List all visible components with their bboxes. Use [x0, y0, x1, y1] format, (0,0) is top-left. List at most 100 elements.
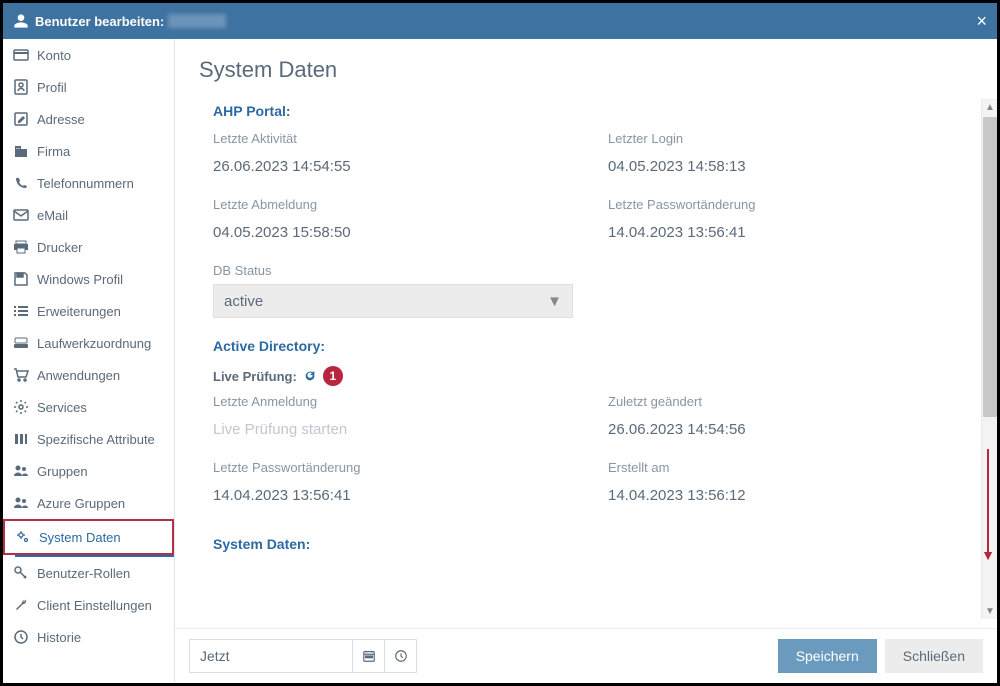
cart-icon	[13, 367, 29, 383]
key-icon	[13, 565, 29, 581]
sidebar-item-gruppen[interactable]: Gruppen	[3, 455, 174, 487]
section-sys-title: System Daten:	[213, 536, 973, 552]
scrollbar-thumb[interactable]	[983, 117, 997, 417]
label-letzte-abmeldung: Letzte Abmeldung	[213, 197, 578, 212]
sidebar-item-azure[interactable]: Azure Gruppen	[3, 487, 174, 519]
sidebar-item-drucker[interactable]: Drucker	[3, 231, 174, 263]
printer-icon	[13, 239, 29, 255]
sidebar-item-anwendungen[interactable]: Anwendungen	[3, 359, 174, 391]
select-dbstatus[interactable]: active ▼	[213, 284, 573, 318]
sidebar-item-systemdaten[interactable]: System Daten	[3, 519, 174, 555]
label-letzte-aktivitat: Letzte Aktivität	[213, 131, 578, 146]
mail-icon	[13, 207, 29, 223]
sidebar-label: Windows Profil	[37, 272, 123, 287]
close-button[interactable]: Schließen	[885, 639, 983, 673]
close-icon[interactable]: ×	[976, 11, 987, 32]
calendar-icon	[362, 649, 376, 663]
sidebar-label: Spezifische Attribute	[37, 432, 155, 447]
sidebar-item-windows[interactable]: Windows Profil	[3, 263, 174, 295]
sidebar-label: Konto	[37, 48, 71, 63]
refresh-icon[interactable]	[303, 369, 317, 383]
label-ahp-pwchange: Letzte Passwortänderung	[608, 197, 973, 212]
titlebar: Benutzer bearbeiten: ×	[3, 3, 997, 39]
sidebar-item-erweiterungen[interactable]: Erweiterungen	[3, 295, 174, 327]
save-icon	[13, 271, 29, 287]
save-button[interactable]: Speichern	[778, 639, 877, 673]
attribute-icon	[13, 431, 29, 447]
live-pruefung-label: Live Prüfung:	[213, 369, 297, 384]
dialog-title: Benutzer bearbeiten:	[35, 14, 164, 29]
scroll-up-icon[interactable]: ▲	[982, 99, 998, 115]
sidebar-label: Laufwerkzuordnung	[37, 336, 151, 351]
sidebar-label: Client Einstellungen	[37, 598, 152, 613]
footer: Speichern Schließen	[175, 628, 997, 683]
sidebar-item-adresse[interactable]: Adresse	[3, 103, 174, 135]
content-header: System Daten	[175, 39, 997, 93]
annotation-arrow: ▼	[981, 449, 995, 559]
sidebar-label: Azure Gruppen	[37, 496, 125, 511]
username-blurred	[168, 14, 226, 28]
label-erstellt-am: Erstellt am	[608, 460, 973, 475]
label-letzte-anmeldung: Letzte Anmeldung	[213, 394, 578, 409]
edit-icon	[13, 111, 29, 127]
scroll-area[interactable]: AHP Portal: Letzte Aktivität 26.06.2023 …	[175, 93, 997, 628]
value-letzte-abmeldung: 04.05.2023 15:58:50	[213, 218, 578, 255]
profile-icon	[13, 79, 29, 95]
user-icon	[13, 13, 29, 29]
sidebar-label: Drucker	[37, 240, 83, 255]
chevron-down-icon: ▼	[547, 293, 562, 310]
calendar-button[interactable]	[353, 639, 385, 673]
sidebar-label: eMail	[37, 208, 68, 223]
sidebar-item-telefon[interactable]: Telefonnummern	[3, 167, 174, 199]
sidebar-label: Services	[37, 400, 87, 415]
sidebar: Konto Profil Adresse Firma Telefonnummer…	[3, 39, 175, 683]
value-letzter-login: 04.05.2023 14:58:13	[608, 152, 973, 189]
sidebar-item-email[interactable]: eMail	[3, 199, 174, 231]
sidebar-label: Telefonnummern	[37, 176, 134, 191]
label-zuletzt-geaendert: Zuletzt geändert	[608, 394, 973, 409]
scroll-down-icon[interactable]: ▼	[982, 603, 998, 619]
sidebar-item-attribute[interactable]: Spezifische Attribute	[3, 423, 174, 455]
sidebar-item-services[interactable]: Services	[3, 391, 174, 423]
list-icon	[13, 303, 29, 319]
time-button[interactable]	[385, 639, 417, 673]
date-input[interactable]	[189, 639, 353, 673]
gear-icon	[13, 399, 29, 415]
section-ad-title: Active Directory:	[213, 338, 973, 354]
value-erstellt-am: 14.04.2023 13:56:12	[608, 481, 973, 518]
sidebar-label: Profil	[37, 80, 67, 95]
section-ahp-title: AHP Portal:	[213, 103, 973, 119]
label-dbstatus: DB Status	[213, 263, 578, 278]
wrench-icon	[13, 597, 29, 613]
sidebar-label: System Daten	[39, 530, 121, 545]
value-letzte-aktivitat: 26.06.2023 14:54:55	[213, 152, 578, 189]
value-ad-pwchange: 14.04.2023 13:56:41	[213, 481, 578, 518]
value-zuletzt-geaendert: 26.06.2023 14:54:56	[608, 415, 973, 452]
sidebar-label: Gruppen	[37, 464, 88, 479]
sidebar-item-laufwerk[interactable]: Laufwerkzuordnung	[3, 327, 174, 359]
sidebar-label: Firma	[37, 144, 70, 159]
gears-icon	[15, 529, 31, 545]
sidebar-label: Adresse	[37, 112, 85, 127]
azure-group-icon	[13, 495, 29, 511]
annotation-badge: 1	[323, 366, 343, 386]
label-letzter-login: Letzter Login	[608, 131, 973, 146]
sidebar-label: Historie	[37, 630, 81, 645]
label-ad-pwchange: Letzte Passwortänderung	[213, 460, 578, 475]
sidebar-item-historie[interactable]: Historie	[3, 621, 174, 653]
value-ahp-pwchange: 14.04.2023 13:56:41	[608, 218, 973, 255]
drive-icon	[13, 335, 29, 351]
clock-icon	[394, 649, 408, 663]
value-letzte-anmeldung[interactable]: Live Prüfung starten	[213, 415, 578, 452]
sidebar-label: Benutzer-Rollen	[37, 566, 130, 581]
sidebar-item-profil[interactable]: Profil	[3, 71, 174, 103]
sidebar-item-konto[interactable]: Konto	[3, 39, 174, 71]
page-title: System Daten	[199, 57, 973, 83]
sidebar-item-firma[interactable]: Firma	[3, 135, 174, 167]
select-dbstatus-value: active	[224, 293, 263, 310]
building-icon	[13, 143, 29, 159]
card-icon	[13, 47, 29, 63]
sidebar-item-client[interactable]: Client Einstellungen	[3, 589, 174, 621]
sidebar-item-rollen[interactable]: Benutzer-Rollen	[3, 557, 174, 589]
history-icon	[13, 629, 29, 645]
